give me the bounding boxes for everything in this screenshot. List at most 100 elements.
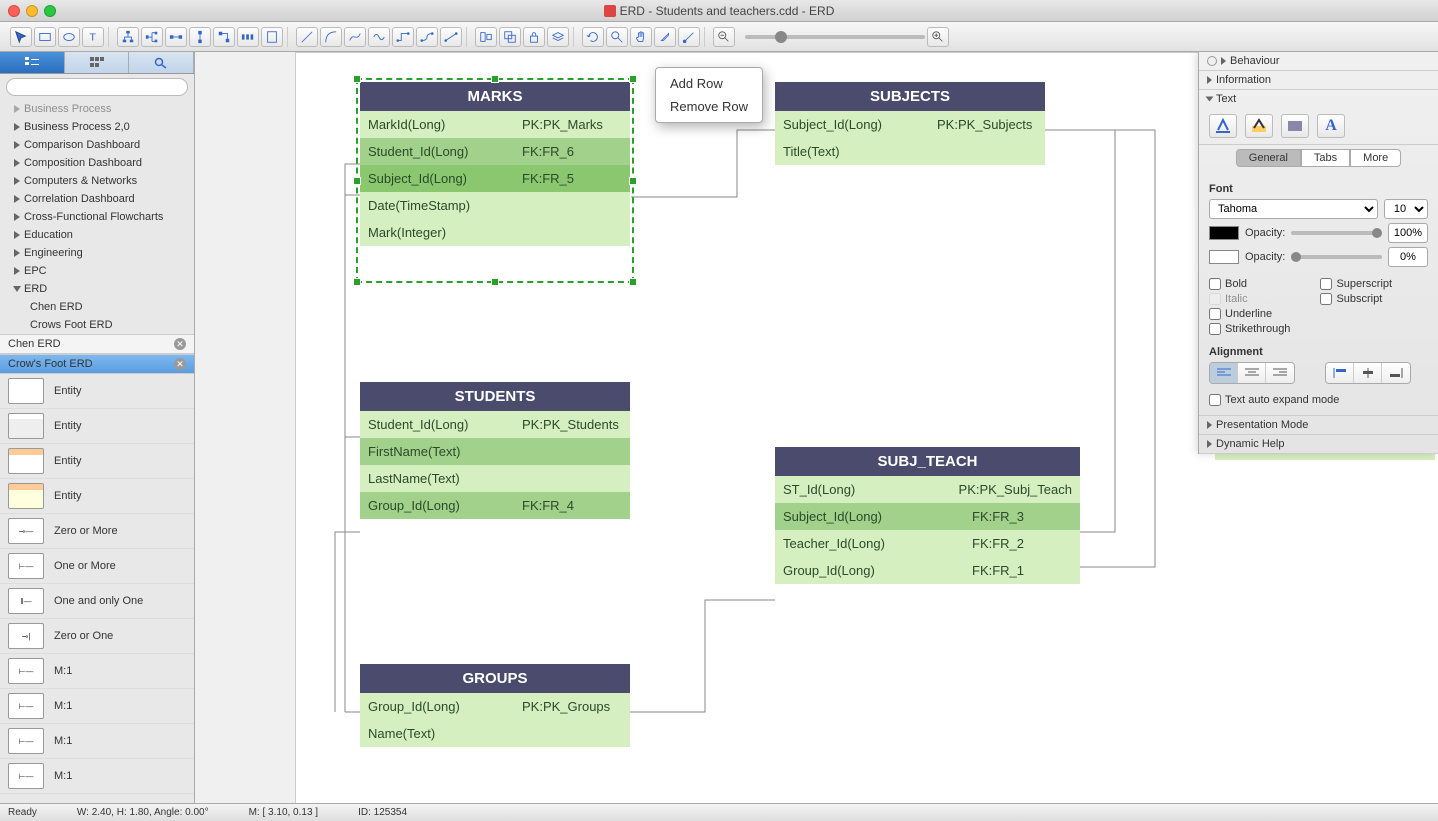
close-section-icon[interactable]: ✕ — [174, 338, 186, 350]
text-tool[interactable]: T — [82, 27, 104, 47]
subscript-checkbox[interactable] — [1320, 293, 1332, 305]
stencil-one-or-more[interactable]: ⊢—One or More — [0, 549, 194, 584]
valign-bottom-button[interactable] — [1382, 363, 1410, 383]
inspector-section-presentation[interactable]: Presentation Mode — [1199, 416, 1438, 434]
layers-tool[interactable] — [547, 27, 569, 47]
bezier-tool[interactable] — [344, 27, 366, 47]
tree-item-chen[interactable]: Chen ERD — [0, 298, 194, 316]
tree-item[interactable]: Comparison Dashboard — [0, 136, 194, 154]
align-right-button[interactable] — [1266, 363, 1294, 383]
valign-top-button[interactable] — [1326, 363, 1354, 383]
tree-item[interactable]: Composition Dashboard — [0, 154, 194, 172]
stencil-entity[interactable]: Entity — [0, 374, 194, 409]
inspector-section-information[interactable]: Information — [1199, 71, 1438, 89]
inspector-tab-general[interactable]: General — [1236, 149, 1301, 167]
pointer-tool[interactable] — [10, 27, 32, 47]
superscript-checkbox[interactable] — [1320, 278, 1332, 290]
font-family-select[interactable]: Tahoma — [1209, 199, 1378, 219]
stencil-m1[interactable]: ⊢—M:1 — [0, 654, 194, 689]
bg-color-swatch[interactable] — [1209, 250, 1239, 264]
group-tool[interactable] — [499, 27, 521, 47]
brush-tool[interactable] — [678, 27, 700, 47]
stencil-zero-or-one[interactable]: ⊸|Zero or One — [0, 619, 194, 654]
entity-subj-teach[interactable]: SUBJ_TEACH ST_Id(Long)PK:PK_Subj_Teach S… — [775, 447, 1080, 584]
tree-item[interactable]: Education — [0, 226, 194, 244]
tree-item[interactable]: Engineering — [0, 244, 194, 262]
menu-add-row[interactable]: Add Row — [656, 72, 762, 95]
bold-checkbox[interactable] — [1209, 278, 1221, 290]
tree-item[interactable]: Computers & Networks — [0, 172, 194, 190]
page-tool[interactable] — [261, 27, 283, 47]
align-left-button[interactable] — [1210, 363, 1238, 383]
refresh-tool[interactable] — [582, 27, 604, 47]
underline-checkbox[interactable] — [1209, 308, 1221, 320]
library-tab-tree[interactable] — [0, 52, 65, 73]
tree-item-erd[interactable]: ERD — [0, 280, 194, 298]
inspector-section-text[interactable]: Text — [1199, 90, 1438, 108]
tree-item-crowsfoot[interactable]: Crows Foot ERD — [0, 316, 194, 334]
distribute-tool[interactable] — [237, 27, 259, 47]
connector-tool-2[interactable] — [416, 27, 438, 47]
inspector-tab-tabs[interactable]: Tabs — [1301, 149, 1350, 167]
tree-label[interactable]: Business Process — [24, 103, 111, 115]
entity-subjects[interactable]: SUBJECTS Subject_Id(Long)PK:PK_Subjects … — [775, 82, 1045, 165]
chain-tool-2[interactable] — [189, 27, 211, 47]
hand-tool[interactable] — [630, 27, 652, 47]
connector-tool-1[interactable] — [392, 27, 414, 47]
text-highlight-icon[interactable] — [1245, 114, 1273, 138]
inspector-section-help[interactable]: Dynamic Help — [1199, 435, 1438, 453]
tree-item[interactable]: Correlation Dashboard — [0, 190, 194, 208]
library-search-input[interactable] — [6, 78, 188, 96]
tree-item[interactable]: Cross-Functional Flowcharts — [0, 208, 194, 226]
text-box-icon[interactable] — [1281, 114, 1309, 138]
lock-tool[interactable] — [523, 27, 545, 47]
zoom-tool[interactable] — [606, 27, 628, 47]
inspector-tab-more[interactable]: More — [1350, 149, 1401, 167]
menu-remove-row[interactable]: Remove Row — [656, 95, 762, 118]
zoom-in-button[interactable] — [927, 27, 949, 47]
library-tab-grid[interactable] — [65, 52, 130, 73]
connector-tool-3[interactable] — [440, 27, 462, 47]
tree-tool-2[interactable] — [141, 27, 163, 47]
entity-students[interactable]: STUDENTS Student_Id(Long)PK:PK_Students … — [360, 382, 630, 519]
ellipse-tool[interactable] — [58, 27, 80, 47]
zoom-out-button[interactable] — [713, 27, 735, 47]
section-chen-erd[interactable]: Chen ERD✕ — [0, 334, 194, 354]
bg-opacity-slider[interactable] — [1291, 255, 1382, 259]
align-tool[interactable] — [475, 27, 497, 47]
tree-item[interactable]: EPC — [0, 262, 194, 280]
fg-color-swatch[interactable] — [1209, 226, 1239, 240]
inspector-section-behaviour[interactable]: Behaviour — [1199, 52, 1438, 70]
stencil-entity[interactable]: Entity — [0, 444, 194, 479]
align-center-button[interactable] — [1238, 363, 1266, 383]
zoom-slider[interactable] — [745, 27, 925, 47]
library-tab-search[interactable] — [129, 52, 194, 73]
font-icon[interactable]: A — [1317, 114, 1345, 138]
strike-checkbox[interactable] — [1209, 323, 1221, 335]
valign-middle-button[interactable] — [1354, 363, 1382, 383]
fg-opacity-value[interactable] — [1388, 223, 1428, 243]
stencil-one-only[interactable]: ‖—One and only One — [0, 584, 194, 619]
stencil-entity[interactable]: Entity — [0, 479, 194, 514]
section-crows-foot-erd[interactable]: Crow's Foot ERD✕ — [0, 354, 194, 374]
tree-item[interactable]: Business Process 2,0 — [0, 118, 194, 136]
spline-tool[interactable] — [368, 27, 390, 47]
stencil-m1[interactable]: ⊢—M:1 — [0, 759, 194, 794]
line-tool[interactable] — [296, 27, 318, 47]
bg-opacity-value[interactable] — [1388, 247, 1428, 267]
arc-tool[interactable] — [320, 27, 342, 47]
entity-marks[interactable]: MARKS MarkId(Long)PK:PK_Marks Student_Id… — [360, 82, 630, 246]
chain-tool-1[interactable] — [165, 27, 187, 47]
stencil-m1[interactable]: ⊢—M:1 — [0, 724, 194, 759]
tree-tool-1[interactable] — [117, 27, 139, 47]
stencil-m1[interactable]: ⊢—M:1 — [0, 689, 194, 724]
chain-tool-3[interactable] — [213, 27, 235, 47]
fg-opacity-slider[interactable] — [1291, 231, 1382, 235]
font-size-select[interactable]: 10 — [1384, 199, 1428, 219]
autoexpand-checkbox[interactable] — [1209, 394, 1221, 406]
text-underline-color-icon[interactable] — [1209, 114, 1237, 138]
entity-groups[interactable]: GROUPS Group_Id(Long)PK:PK_Groups Name(T… — [360, 664, 630, 747]
eyedropper-tool[interactable] — [654, 27, 676, 47]
rectangle-tool[interactable] — [34, 27, 56, 47]
close-section-icon[interactable]: ✕ — [174, 358, 186, 370]
